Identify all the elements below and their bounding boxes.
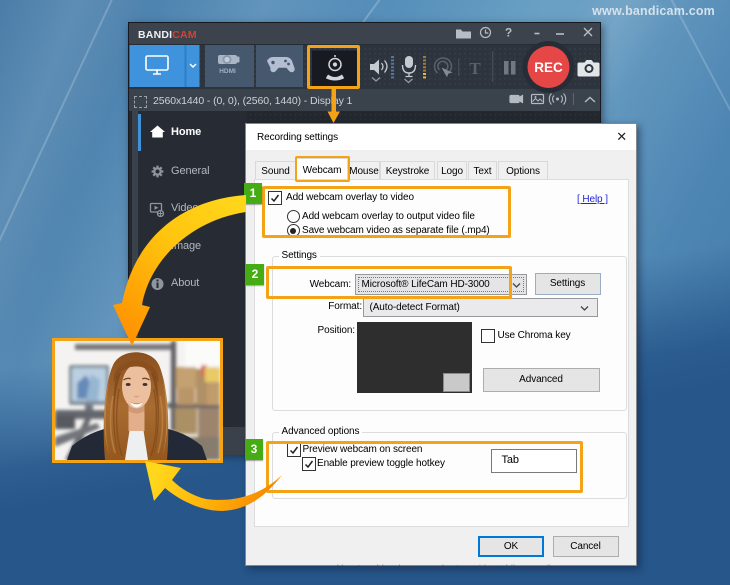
svg-text:?: ? (505, 26, 512, 40)
svg-text:REC: REC (534, 60, 563, 75)
svg-text:T: T (469, 59, 481, 78)
svg-text:HDMI: HDMI (219, 68, 236, 75)
